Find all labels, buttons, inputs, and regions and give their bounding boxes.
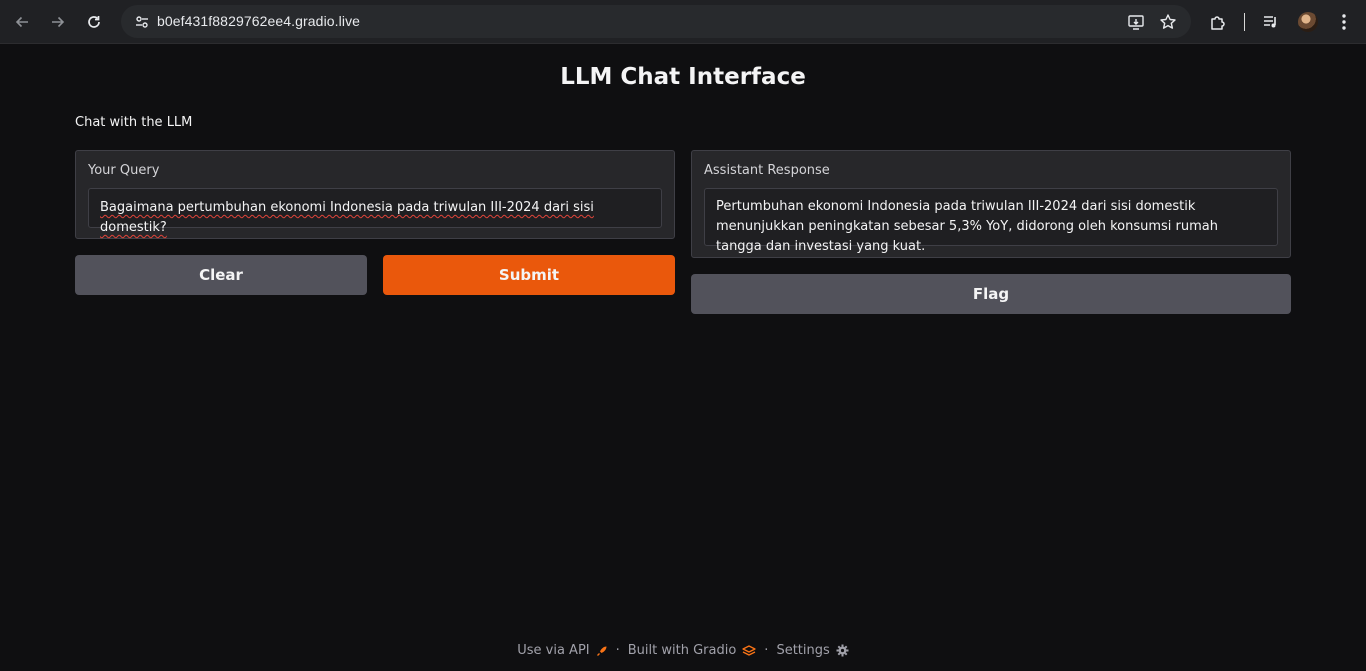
clear-button[interactable]: Clear bbox=[75, 255, 367, 295]
footer-separator: · bbox=[615, 643, 620, 658]
footer-separator: · bbox=[764, 643, 769, 658]
extensions-puzzle-icon[interactable] bbox=[1205, 9, 1231, 35]
response-label: Assistant Response bbox=[704, 163, 830, 178]
address-bar[interactable]: b0ef431f8829762ee4.gradio.live bbox=[121, 5, 1191, 38]
response-output: Pertumbuhan ekonomi Indonesia pada triwu… bbox=[704, 188, 1278, 254]
url-text[interactable]: b0ef431f8829762ee4.gradio.live bbox=[157, 13, 360, 29]
query-input[interactable]: Bagaimana pertumbuhan ekonomi Indonesia … bbox=[88, 188, 662, 235]
site-info-icon[interactable] bbox=[127, 7, 156, 36]
reload-icon[interactable] bbox=[79, 7, 109, 37]
bookmark-star-icon[interactable] bbox=[1156, 10, 1180, 34]
built-with-gradio-link[interactable]: Built with Gradio bbox=[628, 643, 757, 658]
rocket-icon bbox=[596, 646, 607, 656]
response-panel: Assistant Response Pertumbuhan ekonomi I… bbox=[691, 150, 1291, 258]
forward-arrow-icon[interactable] bbox=[43, 7, 73, 37]
gradio-logo-icon bbox=[742, 644, 756, 656]
page-title: LLM Chat Interface bbox=[560, 64, 806, 90]
footer: Use via API · Built with Gradio · Settin… bbox=[0, 643, 1366, 658]
browser-toolbar: b0ef431f8829762ee4.gradio.live bbox=[0, 0, 1366, 44]
query-panel: Your Query Bagaimana pertumbuhan ekonomi… bbox=[75, 150, 675, 239]
gear-icon bbox=[836, 644, 849, 657]
use-via-api-link[interactable]: Use via API bbox=[517, 643, 607, 658]
kebab-menu-icon[interactable] bbox=[1331, 9, 1357, 35]
install-app-icon[interactable] bbox=[1124, 10, 1148, 34]
flag-button[interactable]: Flag bbox=[691, 274, 1291, 314]
submit-button[interactable]: Submit bbox=[383, 255, 675, 295]
settings-link[interactable]: Settings bbox=[776, 643, 849, 658]
page-description: Chat with the LLM bbox=[75, 115, 193, 130]
query-text: Bagaimana pertumbuhan ekonomi Indonesia … bbox=[100, 200, 594, 235]
toolbar-divider bbox=[1244, 13, 1245, 31]
profile-avatar[interactable] bbox=[1298, 12, 1318, 32]
media-controls-icon[interactable] bbox=[1258, 9, 1284, 35]
query-label: Your Query bbox=[88, 163, 160, 178]
back-arrow-icon[interactable] bbox=[7, 7, 37, 37]
